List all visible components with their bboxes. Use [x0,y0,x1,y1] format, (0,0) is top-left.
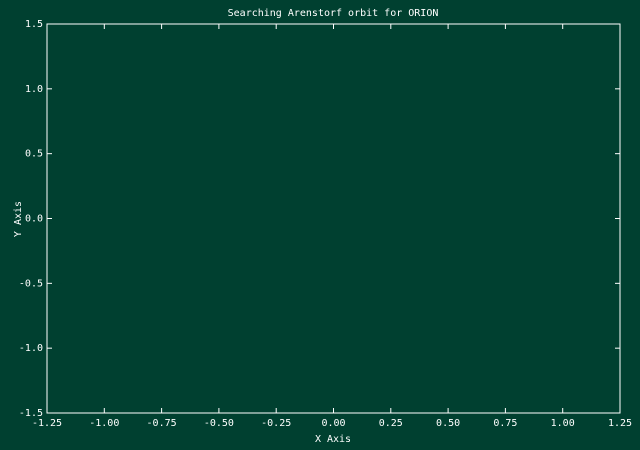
x-tick-label: -1.00 [89,418,119,429]
y-tick-label: 0.5 [25,149,43,160]
x-tick-label: 0.50 [436,418,460,429]
x-tick-label: -0.75 [147,418,177,429]
x-tick-label: -1.25 [32,418,62,429]
x-tick-label: 0.75 [493,418,517,429]
x-tick-label: -0.50 [204,418,234,429]
x-tick-label: -0.25 [261,418,291,429]
y-tick-label: 1.5 [25,19,43,30]
y-tick-label: 1.0 [25,84,43,95]
orbit-chart: Searching Arenstorf orbit for ORION -1.2… [0,0,640,450]
x-axis-label: X Axis [315,434,351,445]
x-tick-label: 1.00 [551,418,575,429]
x-tick-label: 1.25 [608,418,632,429]
y-tick-label: -1.5 [19,408,43,419]
y-tick-label: -0.5 [19,278,43,289]
y-tick-label: 0.0 [25,214,43,225]
x-tick-label: 0.25 [379,418,403,429]
chart-background [0,0,640,450]
x-tick-label: 0.00 [321,418,345,429]
y-axis-label: Y Axis [13,201,24,237]
chart-title: Searching Arenstorf orbit for ORION [228,8,439,19]
y-tick-label: -1.0 [19,343,43,354]
